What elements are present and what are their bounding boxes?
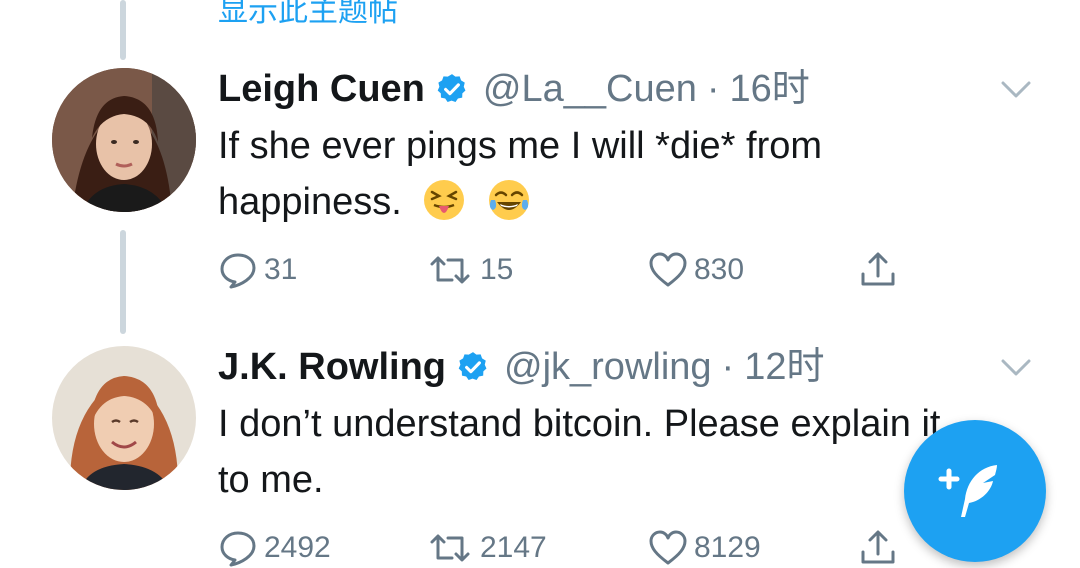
- tears-of-joy-emoji-icon: [488, 180, 529, 220]
- tweet-header: Leigh Cuen @La__Cuen · 16时: [218, 66, 810, 112]
- avatar-image-leigh: [52, 68, 196, 212]
- timestamp[interactable]: 12时: [744, 344, 824, 390]
- separator-dot: ·: [706, 68, 720, 110]
- handle[interactable]: @jk_rowling: [504, 344, 712, 390]
- verified-badge-icon: [437, 74, 466, 103]
- tweet-text: If she ever pings me I will *die* from h…: [218, 118, 1038, 230]
- retweet-icon: [430, 256, 470, 284]
- share-button[interactable]: [858, 250, 904, 290]
- share-icon: [861, 252, 895, 286]
- verified-badge-icon: [458, 352, 487, 381]
- avatar-image-jk-rowling: [52, 346, 196, 490]
- display-name[interactable]: Leigh Cuen: [218, 66, 425, 112]
- like-button[interactable]: 830: [648, 250, 744, 290]
- tweet-text-line: If she ever pings me I will *die* from: [218, 125, 823, 167]
- avatar[interactable]: [52, 346, 196, 490]
- tweet-text-line-with-emoji: happiness.: [218, 174, 1038, 230]
- retweet-icon: [430, 534, 470, 562]
- tweet-text-line: happiness.: [218, 181, 402, 223]
- tweet-text-line: I don’t understand bitcoin. Please expla…: [218, 403, 941, 445]
- retweet-count: 2147: [480, 531, 547, 564]
- reply-count: 2492: [264, 531, 331, 564]
- reply-icon: [220, 253, 256, 289]
- like-count: 830: [694, 253, 745, 286]
- avatar[interactable]: [52, 68, 196, 212]
- reply-icon: [220, 531, 256, 567]
- heart-icon: [649, 252, 687, 287]
- handle[interactable]: @La__Cuen: [483, 66, 697, 112]
- tweet-header: J.K. Rowling @jk_rowling · 12时: [218, 344, 824, 390]
- compose-feather-icon: [938, 465, 997, 517]
- like-count: 8129: [694, 531, 761, 564]
- like-button[interactable]: 8129: [648, 528, 761, 568]
- chevron-down-icon[interactable]: [1000, 80, 1032, 100]
- chevron-down-icon[interactable]: [1000, 358, 1032, 378]
- show-thread-link[interactable]: 显示此主题帖: [218, 0, 398, 30]
- squinting-tongue-emoji-icon: [424, 180, 465, 220]
- heart-icon: [649, 530, 687, 565]
- separator-dot: ·: [721, 346, 735, 388]
- share-icon: [861, 530, 895, 564]
- reply-count: 31: [264, 253, 298, 286]
- retweet-count: 15: [480, 253, 514, 286]
- thread-line: [120, 0, 126, 60]
- reply-button[interactable]: 2492: [218, 528, 331, 568]
- thread-line: [120, 230, 126, 334]
- reply-button[interactable]: 31: [218, 250, 297, 290]
- timestamp[interactable]: 16时: [730, 66, 810, 112]
- share-button[interactable]: [858, 528, 904, 568]
- display-name[interactable]: J.K. Rowling: [218, 344, 446, 390]
- retweet-button[interactable]: 2147: [426, 528, 547, 568]
- retweet-button[interactable]: 15: [426, 250, 513, 290]
- compose-tweet-button[interactable]: [904, 420, 1046, 562]
